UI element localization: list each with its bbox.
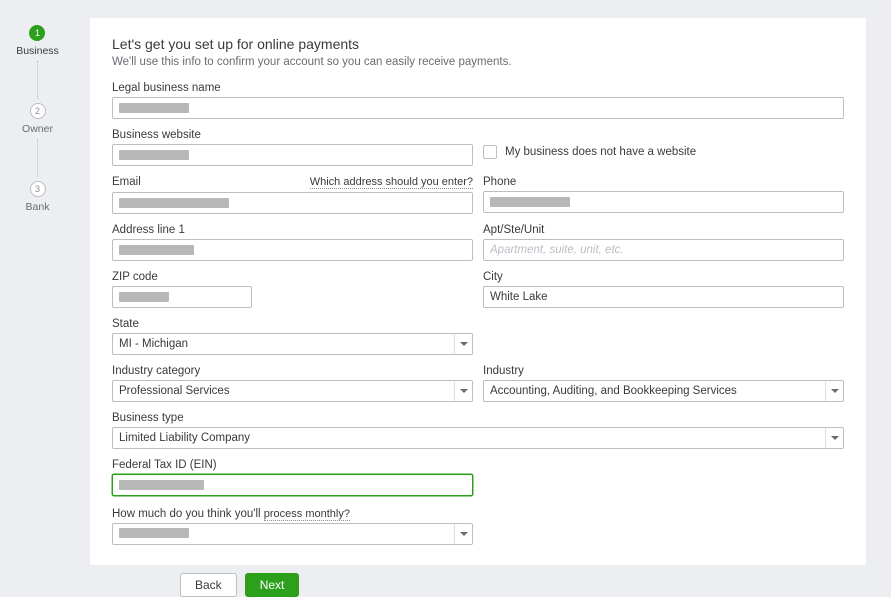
step-bank: 3 Bank	[26, 181, 50, 213]
state-select[interactable]: MI - Michigan	[112, 333, 473, 355]
state-label: State	[112, 318, 139, 330]
email-input[interactable]	[112, 192, 473, 214]
monthly-help-link[interactable]: process monthly?	[264, 508, 350, 521]
email-label: Email	[112, 176, 141, 188]
stepper: 1 Business 2 Owner 3 Bank	[5, 18, 70, 597]
next-button[interactable]: Next	[245, 573, 300, 597]
step-owner: 2 Owner	[22, 103, 53, 135]
zip-input[interactable]	[112, 286, 252, 308]
state-value: MI - Michigan	[119, 338, 188, 350]
chevron-down-icon	[825, 428, 843, 448]
apt-input[interactable]	[483, 239, 844, 261]
chevron-down-icon	[825, 381, 843, 401]
city-input[interactable]	[483, 286, 844, 308]
page-title: Let's get you set up for online payments	[112, 36, 844, 52]
monthly-label: How much do you think you'll	[112, 508, 264, 520]
business-type-label: Business type	[112, 412, 184, 424]
back-button[interactable]: Back	[180, 573, 237, 597]
industry-label: Industry	[483, 365, 524, 377]
page-container: 1 Business 2 Owner 3 Bank Let's get you …	[0, 0, 891, 597]
industry-value: Accounting, Auditing, and Bookkeeping Se…	[490, 385, 737, 397]
apt-label: Apt/Ste/Unit	[483, 224, 544, 236]
legal-name-input[interactable]	[112, 97, 844, 119]
address1-label: Address line 1	[112, 224, 185, 236]
step-label-3: Bank	[26, 201, 50, 213]
business-type-value: Limited Liability Company	[119, 432, 250, 444]
chevron-down-icon	[454, 334, 472, 354]
industry-select[interactable]: Accounting, Auditing, and Bookkeeping Se…	[483, 380, 844, 402]
chevron-down-icon	[454, 524, 472, 544]
industry-category-select[interactable]: Professional Services	[112, 380, 473, 402]
ein-label: Federal Tax ID (EIN)	[112, 459, 217, 471]
no-website-checkbox[interactable]	[483, 145, 497, 159]
monthly-select[interactable]	[112, 523, 473, 545]
step-label-1: Business	[16, 45, 59, 57]
step-business: 1 Business	[16, 25, 59, 57]
page-subtitle: We'll use this info to confirm your acco…	[112, 56, 844, 68]
legal-name-label: Legal business name	[112, 82, 221, 94]
ein-input[interactable]	[112, 474, 473, 496]
step-connector	[37, 61, 38, 99]
phone-label: Phone	[483, 176, 516, 188]
city-label: City	[483, 271, 503, 283]
footer: Back Next	[90, 565, 866, 597]
step-circle-2: 2	[30, 103, 46, 119]
form-card: Let's get you set up for online payments…	[90, 18, 866, 565]
website-input[interactable]	[112, 144, 473, 166]
chevron-down-icon	[454, 381, 472, 401]
business-type-select[interactable]: Limited Liability Company	[112, 427, 844, 449]
step-label-2: Owner	[22, 123, 53, 135]
monthly-value	[119, 528, 189, 541]
step-connector	[37, 139, 38, 177]
website-label: Business website	[112, 129, 201, 141]
email-help-link[interactable]: Which address should you enter?	[310, 176, 473, 189]
step-circle-3: 3	[30, 181, 46, 197]
industry-category-label: Industry category	[112, 365, 200, 377]
industry-category-value: Professional Services	[119, 385, 230, 397]
step-circle-1: 1	[29, 25, 45, 41]
zip-label: ZIP code	[112, 271, 158, 283]
no-website-label: My business does not have a website	[505, 146, 696, 158]
address1-input[interactable]	[112, 239, 473, 261]
phone-input[interactable]	[483, 191, 844, 213]
